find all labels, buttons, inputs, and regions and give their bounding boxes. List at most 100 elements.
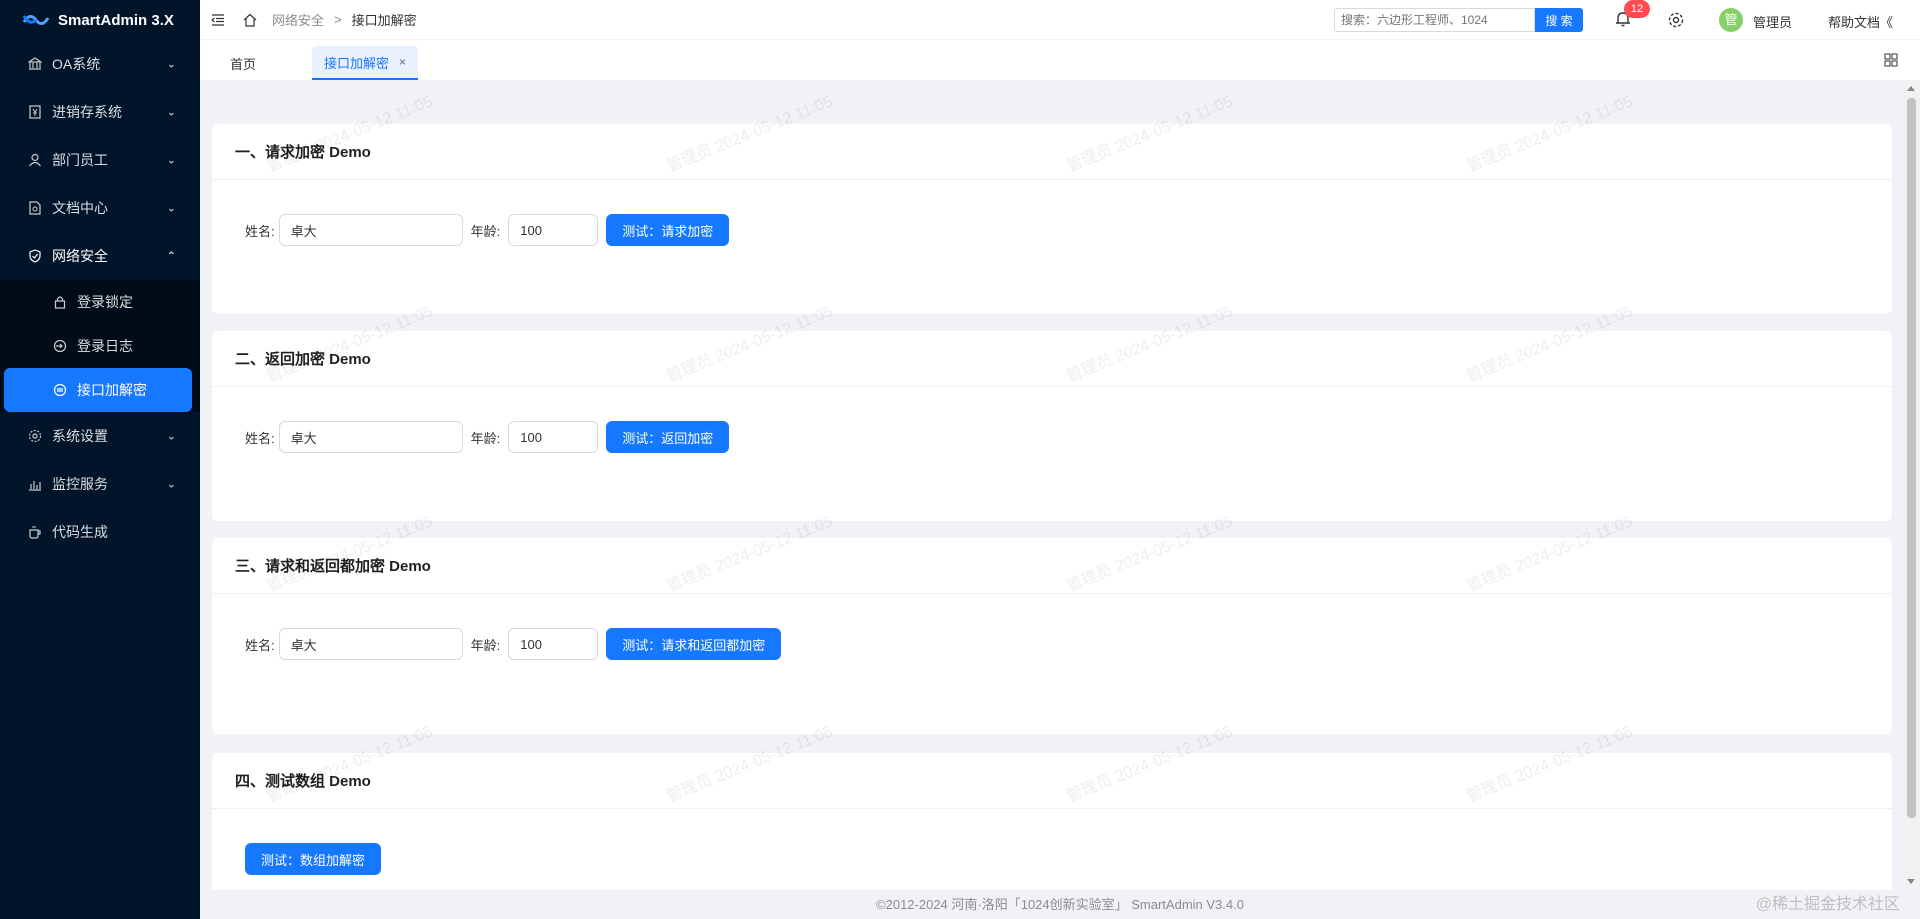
age-input[interactable] [508,628,599,660]
notification-badge: 12 [1624,0,1650,18]
breadcrumb-item[interactable]: 网络安全 [272,10,324,29]
header-search: 搜 索 [1334,8,1583,32]
help-label: 帮助文档 [1828,15,1881,30]
scroll-thumb[interactable] [1907,98,1916,818]
sidebar-item-login-lock[interactable]: 登录锁定 [0,280,200,324]
corner-watermark: @稀土掘金技术社区 [1755,896,1900,913]
sidebar-item-label: 登录锁定 [77,294,133,310]
test-response-encrypt-button[interactable]: 测试：返回加密 [606,421,730,453]
sidebar-item-codegen[interactable]: 代码生成 [0,508,200,556]
demo-card-both: 三、请求和返回都加密 Demo 姓名: 年龄: 测试：请求和返回都加密 [212,538,1892,734]
menu-fold-icon[interactable] [210,12,226,28]
app-title: SmartAdmin 3.X [58,11,174,29]
top-header: 网络安全 > 接口加解密 搜 索 12 管 管理员 帮助文档《 [200,0,1920,40]
test-array-encrypt-button[interactable]: 测试：数组加解密 [245,843,382,875]
sidebar-item-label: 部门员工 [52,152,108,168]
user-name[interactable]: 管理员 [1753,12,1792,31]
card-form: 姓名: 年龄: 测试：请求和返回都加密 [212,594,1892,660]
chevron-down-icon: ⌄ [166,106,176,119]
demo-card-request: 一、请求加密 Demo 姓名: 年龄: 测试：请求加密 [212,124,1892,314]
file-search-icon [27,200,43,216]
sidebar-item-label: 网络安全 [52,248,108,264]
setting-icon [27,428,43,444]
name-input[interactable] [278,421,463,453]
name-label: 姓名: [245,430,275,446]
logo-icon [22,15,50,25]
demo-card-array: 四、测试数组 Demo 测试：数组加解密 [212,753,1892,890]
sidebar-item-security[interactable]: 网络安全 ⌃ [0,232,200,280]
card-form: 姓名: 年龄: 测试：返回加密 [212,387,1892,453]
name-input[interactable] [278,214,463,246]
scroll-up-icon[interactable] [1907,86,1915,91]
test-both-encrypt-button[interactable]: 测试：请求和返回都加密 [606,628,782,660]
user-icon [27,152,43,168]
sidebar-item-label: 代码生成 [52,524,108,540]
sidebar-item-label: 进销存系统 [52,104,122,120]
main-content: 一、请求加密 Demo 姓名: 年龄: 测试：请求加密 二、返回加密 Demo … [200,80,1900,890]
age-label: 年龄: [470,223,501,239]
main-menu-rest: 系统设置 ⌄ 监控服务 ⌄ 代码生成 [0,412,200,556]
sidebar-item-department[interactable]: 部门员工 ⌄ [0,136,200,184]
sidebar-item-docs[interactable]: 文档中心 ⌄ [0,184,200,232]
tab-home[interactable]: 首页 [214,46,272,80]
card-title: 四、测试数组 Demo [212,753,1892,809]
card-title: 二、返回加密 Demo [212,331,1892,387]
chevron-down-icon: ⌄ [166,202,176,215]
chevron-down-icon: ⌄ [166,478,176,491]
search-button[interactable]: 搜 索 [1535,8,1583,32]
footer: ©2012-2024 河南·洛阳「1024创新实验室」 SmartAdmin V… [876,897,1244,912]
sidebar-item-oa[interactable]: OA系统 ⌄ [0,40,200,88]
double-left-icon: 《 [1880,15,1894,30]
sidebar-item-monitor[interactable]: 监控服务 ⌄ [0,460,200,508]
card-title: 三、请求和返回都加密 Demo [212,538,1892,594]
sidebar: SmartAdmin 3.X OA系统 ⌄ 进销存系统 ⌄ 部门员工 ⌄ 文档中… [0,0,200,919]
sidebar-item-label: 监控服务 [52,476,108,492]
sidebar-item-settings[interactable]: 系统设置 ⌄ [0,412,200,460]
logo[interactable]: SmartAdmin 3.X [0,0,200,40]
name-label: 姓名: [245,223,275,239]
scroll-down-icon[interactable] [1907,879,1915,884]
tab-label: 接口加解密 [324,55,390,71]
sidebar-item-inventory[interactable]: 进销存系统 ⌄ [0,88,200,136]
bank-icon [27,56,43,72]
account-book-icon [27,104,43,120]
sidebar-item-label: 登录日志 [77,338,133,354]
breadcrumb-current: 接口加解密 [351,13,417,28]
demo-card-response: 二、返回加密 Demo 姓名: 年龄: 测试：返回加密 [212,331,1892,521]
lock-icon [52,294,68,310]
page-tabs: 首页 接口加解密 × [200,40,1920,80]
avatar[interactable]: 管 [1719,8,1743,32]
security-submenu: 登录锁定 登录日志 接口加解密 [0,280,200,412]
card-form: 姓名: 年龄: 测试：请求加密 [212,180,1892,246]
sidebar-item-api-encrypt[interactable]: 接口加解密 [4,368,192,412]
breadcrumb: 网络安全 > 接口加解密 [272,10,417,29]
home-icon[interactable] [242,12,258,28]
login-icon [52,338,68,354]
sidebar-item-label: 文档中心 [52,200,108,216]
chevron-down-icon: ⌄ [166,430,176,443]
card-form: 测试：数组加解密 [212,809,1892,875]
age-label: 年龄: [470,430,501,446]
search-input[interactable] [1334,8,1535,32]
chevron-up-icon: ⌃ [166,250,176,263]
appstore-icon[interactable] [1884,53,1898,67]
tab-label: 首页 [230,56,257,72]
tab-api-encrypt[interactable]: 接口加解密 × [312,46,419,80]
age-input[interactable] [508,214,599,246]
test-request-encrypt-button[interactable]: 测试：请求加密 [606,214,730,246]
breadcrumb-separator: > [334,12,342,27]
safety-icon [27,248,43,264]
sidebar-item-label: 接口加解密 [77,382,147,398]
close-icon[interactable]: × [399,55,406,69]
coffee-icon [27,524,43,540]
age-input[interactable] [508,421,599,453]
age-label: 年龄: [470,637,501,653]
sidebar-item-login-log[interactable]: 登录日志 [0,324,200,368]
name-input[interactable] [278,628,463,660]
help-docs-link[interactable]: 帮助文档《 [1828,12,1893,31]
content-scrollbar[interactable] [1903,80,1920,890]
card-title: 一、请求加密 Demo [212,124,1892,180]
sidebar-item-label: 系统设置 [52,428,108,444]
sidebar-item-label: OA系统 [52,56,101,72]
gear-icon[interactable] [1667,11,1685,29]
